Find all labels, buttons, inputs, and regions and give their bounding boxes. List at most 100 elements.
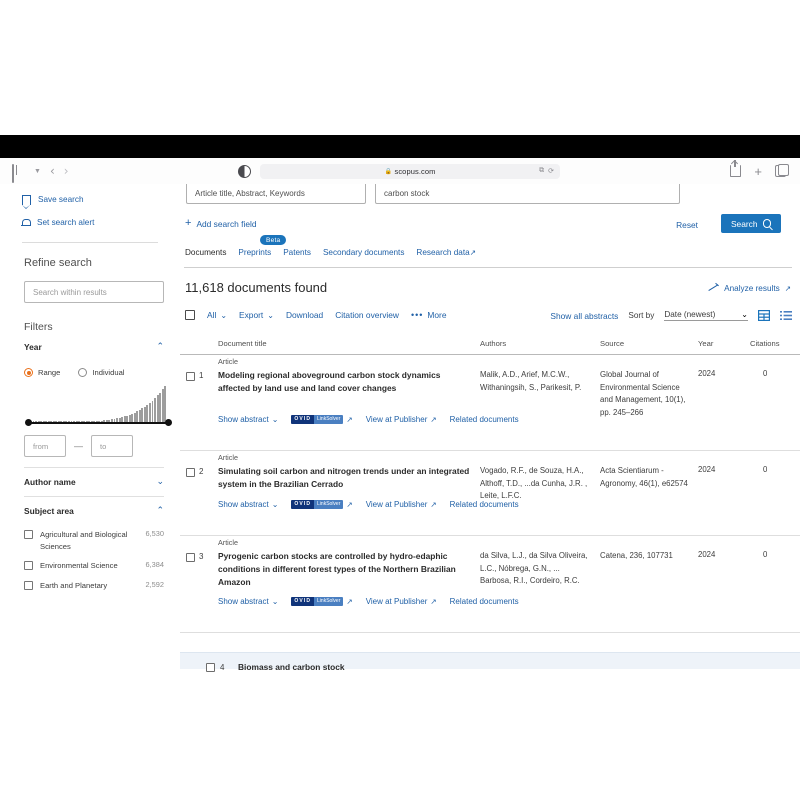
year-slider-knob-right[interactable] xyxy=(164,419,172,427)
year-histogram xyxy=(24,386,172,427)
chevron-down-icon[interactable]: ▼ xyxy=(34,168,41,175)
related-documents-button[interactable]: Related documents xyxy=(450,597,519,606)
row-authors[interactable]: Malik, A.D., Arief, M.C.W., Withaningsih… xyxy=(480,369,593,394)
ovid-label: OVID xyxy=(291,597,315,606)
search-within-results-input[interactable]: Search within results xyxy=(24,281,164,303)
row-authors[interactable]: da Silva, L.J., da Silva Oliveira, L.C.,… xyxy=(480,550,593,588)
year-mode-individual[interactable]: Individual xyxy=(78,368,124,377)
facet-year-header[interactable]: Year ⌃ xyxy=(24,333,164,361)
column-source: Source xyxy=(600,339,625,348)
subject-area-option[interactable]: Environmental Science 6,384 xyxy=(24,556,164,576)
view-at-publisher-button[interactable]: View at Publisher ↗ xyxy=(366,597,437,606)
address-bar[interactable]: 🔒 scopus.com ⧉ ⟳ xyxy=(260,163,560,179)
view-at-publisher-label: View at Publisher xyxy=(365,500,428,509)
row-checkbox[interactable] xyxy=(206,663,215,672)
view-at-publisher-button[interactable]: View at Publisher ↗ xyxy=(366,415,437,424)
download-button[interactable]: Download xyxy=(286,310,323,320)
year-slider-knob-left[interactable] xyxy=(24,419,32,427)
table-row: 1 Article Modeling regional aboveground … xyxy=(180,355,800,451)
related-documents-button[interactable]: Related documents xyxy=(450,415,519,424)
search-button[interactable]: Search xyxy=(721,214,781,233)
more-label: More xyxy=(427,310,447,320)
all-dropdown[interactable]: All ⌄ xyxy=(207,310,227,320)
reset-button[interactable]: Reset xyxy=(676,220,698,230)
share-icon[interactable] xyxy=(730,160,742,177)
back-arrow-icon[interactable]: ‹ xyxy=(50,165,55,177)
row-authors[interactable]: Vogado, R.F., de Souza, H.A., Althoff, T… xyxy=(480,465,593,503)
year-to-input[interactable]: to xyxy=(91,435,133,457)
row-checkbox[interactable] xyxy=(186,468,195,477)
show-all-abstracts-button[interactable]: Show all abstracts xyxy=(550,311,618,321)
list-view-icon[interactable] xyxy=(780,310,792,321)
grid-view-icon[interactable] xyxy=(758,310,770,321)
table-row-partial-highlighted[interactable]: 4 Biomass and carbon stock xyxy=(180,652,800,672)
set-search-alert-button[interactable]: Set search alert xyxy=(21,211,180,234)
search-scope-select[interactable]: Article title, Abstract, Keywords xyxy=(186,184,366,204)
view-at-publisher-label: View at Publisher xyxy=(365,415,428,424)
show-abstract-button[interactable]: Show abstract ⌄ xyxy=(218,597,278,606)
tab-preprints[interactable]: Preprints xyxy=(238,248,271,260)
filters-title: Filters xyxy=(24,321,53,333)
tab-research-data[interactable]: Research data↗ xyxy=(416,248,476,260)
subject-area-count: 6,530 xyxy=(145,529,165,538)
year-range-slider[interactable] xyxy=(24,419,172,427)
extensions-icon[interactable]: ⧉ xyxy=(539,167,544,175)
add-search-field-button[interactable]: + Add search field xyxy=(185,218,257,229)
row-citations[interactable]: 0 xyxy=(763,369,767,378)
citation-overview-button[interactable]: Citation overview xyxy=(335,310,399,320)
show-abstract-button[interactable]: Show abstract ⌄ xyxy=(218,500,278,509)
row-checkbox[interactable] xyxy=(186,553,195,562)
search-query-input[interactable]: carbon stock xyxy=(375,184,680,204)
documents-found-count: 11,618 documents found xyxy=(185,280,328,295)
row-links: Show abstract ⌄ OVID LinkSolver ↗ View at… xyxy=(218,500,519,509)
year-from-input[interactable]: from xyxy=(24,435,66,457)
ovid-linksolver-button[interactable]: OVID LinkSolver ↗ xyxy=(291,597,353,606)
row-title-link[interactable]: Biomass and carbon stock xyxy=(238,662,345,672)
year-mode-range[interactable]: Range xyxy=(24,368,60,377)
search-fields-row: Article title, Abstract, Keywords carbon… xyxy=(180,184,800,210)
show-abstract-button[interactable]: Show abstract ⌄ xyxy=(218,415,278,424)
sidebar-toggle-icon[interactable] xyxy=(12,163,25,183)
subject-area-option[interactable]: Earth and Planetary 2,592 xyxy=(24,576,164,596)
subject-area-option[interactable]: Agricultural and Biological Sciences 6,5… xyxy=(24,525,164,556)
address-bar-url: scopus.com xyxy=(394,166,436,176)
ovid-linksolver-button[interactable]: OVID LinkSolver ↗ xyxy=(291,500,353,509)
ovid-label: OVID xyxy=(291,415,315,424)
reload-icon[interactable]: ⟳ xyxy=(548,167,554,175)
new-tab-icon[interactable]: + xyxy=(754,165,762,178)
ovid-linksolver-button[interactable]: OVID LinkSolver ↗ xyxy=(291,415,353,424)
row-title-link[interactable]: Modeling regional aboveground carbon sto… xyxy=(218,369,473,395)
facet-subject-area-header[interactable]: Subject area ⌃ xyxy=(24,497,164,525)
row-citations[interactable]: 0 xyxy=(763,465,767,474)
results-tabs: Documents Preprints Patents Secondary do… xyxy=(180,235,800,268)
select-all-checkbox[interactable] xyxy=(185,310,195,320)
reader-mode-icon[interactable] xyxy=(238,164,251,178)
export-dropdown[interactable]: Export ⌄ xyxy=(239,310,274,320)
results-summary-row: 11,618 documents found Analyze results ↗ xyxy=(180,268,800,308)
facet-author-name-header[interactable]: Author name ⌄ xyxy=(24,468,164,496)
row-source: Global Journal of Environmental Science … xyxy=(600,370,686,417)
row-doc-type: Article xyxy=(218,538,238,547)
chevron-down-icon: ⌄ xyxy=(741,310,748,319)
forward-arrow-icon[interactable]: › xyxy=(64,165,69,177)
subject-area-label: Agricultural and Biological Sciences xyxy=(40,530,128,551)
save-search-button[interactable]: Save search xyxy=(21,188,180,211)
sort-by-select[interactable]: Date (newest) ⌄ xyxy=(664,310,748,321)
tab-overview-icon[interactable] xyxy=(775,163,789,177)
view-at-publisher-button[interactable]: View at Publisher ↗ xyxy=(366,500,437,509)
row-citations[interactable]: 0 xyxy=(763,550,767,559)
row-title-link[interactable]: Pyrogenic carbon stocks are controlled b… xyxy=(218,550,473,589)
chevron-down-icon: ⌄ xyxy=(156,476,164,487)
external-link-icon: ↗ xyxy=(430,500,437,509)
table-row: 3 Article Pyrogenic carbon stocks are co… xyxy=(180,536,800,633)
tab-documents[interactable]: Documents xyxy=(185,248,226,260)
related-documents-button[interactable]: Related documents xyxy=(450,500,519,509)
more-button[interactable]: ••• More xyxy=(411,310,447,320)
tab-patents[interactable]: Patents xyxy=(283,248,311,260)
row-title-link[interactable]: Simulating soil carbon and nitrogen tren… xyxy=(218,465,473,491)
external-link-icon: ↗ xyxy=(430,597,437,606)
row-checkbox[interactable] xyxy=(186,372,195,381)
tab-secondary-documents[interactable]: Secondary documents xyxy=(323,248,404,260)
year-range-inputs: from — to xyxy=(24,427,164,457)
analyze-results-button[interactable]: Analyze results ↗ xyxy=(709,284,791,293)
